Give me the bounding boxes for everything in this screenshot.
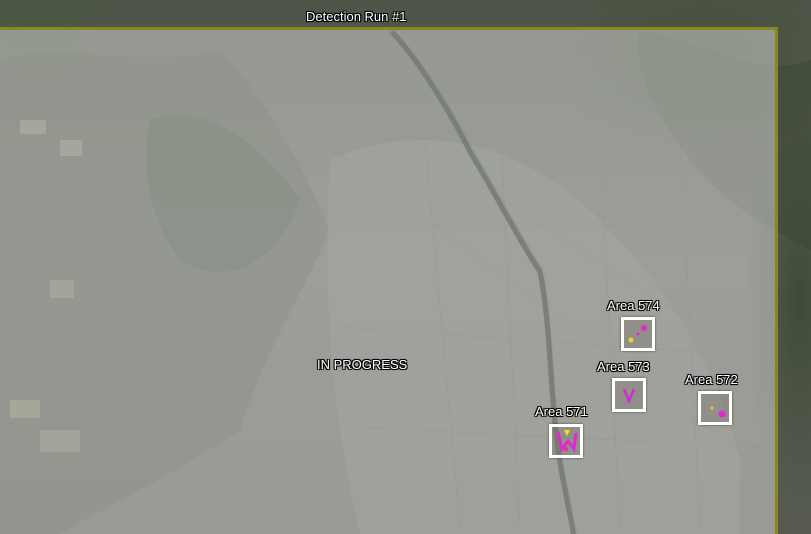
- area-label: Area 572: [685, 372, 738, 387]
- area-bounding-box[interactable]: [549, 424, 583, 458]
- detection-run-area-overlay[interactable]: [0, 27, 778, 534]
- detection-markers: [628, 325, 647, 343]
- area-bounding-box[interactable]: [698, 391, 732, 425]
- run-status-label: IN PROGRESS: [317, 357, 408, 372]
- map-viewport[interactable]: Detection Run #1 IN PROGRESS Area 574 Ar…: [0, 0, 811, 534]
- area-bounding-box[interactable]: [612, 378, 646, 412]
- run-title: Detection Run #1: [306, 9, 407, 24]
- detection-markers: [556, 430, 578, 453]
- area-label: Area 571: [535, 404, 588, 419]
- detection-markers: [710, 406, 726, 418]
- area-label: Area 573: [597, 359, 650, 374]
- area-label: Area 574: [607, 298, 660, 313]
- detection-markers: [622, 388, 636, 405]
- area-bounding-box[interactable]: [621, 317, 655, 351]
